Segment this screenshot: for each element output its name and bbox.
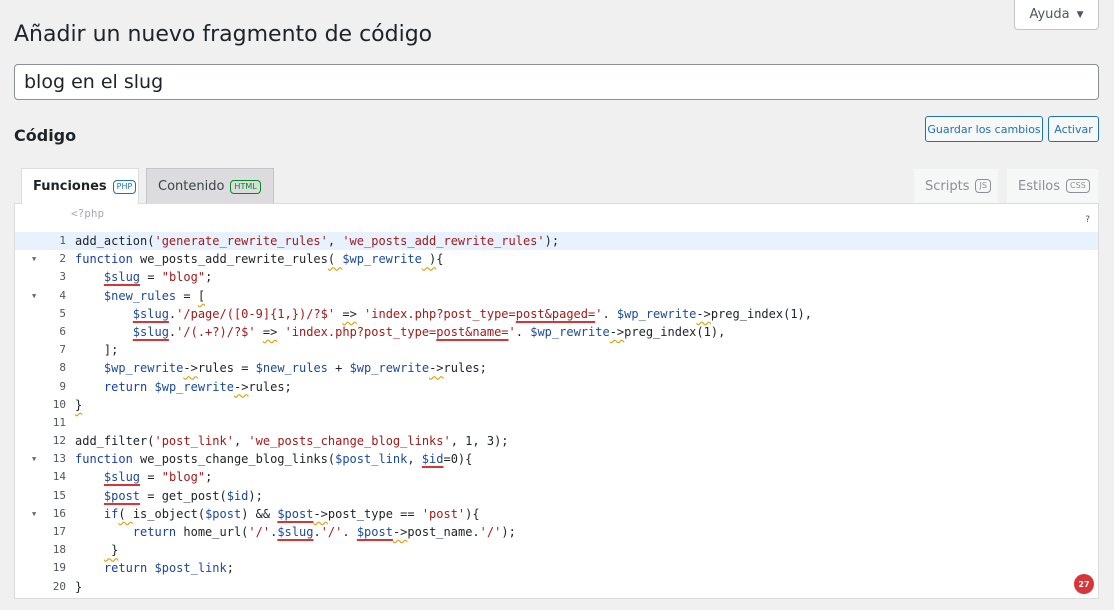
php-open-tag: <?php (71, 207, 105, 220)
line-number: 6 (59, 324, 66, 338)
code-line[interactable]: 19 return $post_link; (15, 559, 1098, 577)
code-lines[interactable]: 1 add_action('generate_rewrite_rules', 'w… (15, 232, 1098, 596)
code-text: $slug.'/page/([0-9]{1,})/?$' => 'index.p… (132, 306, 813, 321)
caret-down-icon: ▼ (1076, 9, 1084, 20)
fold-arrow-icon[interactable]: ▼ (32, 250, 36, 268)
code-text: function we_posts_change_blog_links($pos… (75, 452, 473, 467)
code-text: $slug = "blog"; (103, 270, 213, 285)
fold-arrow-icon[interactable]: ▼ (32, 287, 36, 305)
code-text: $slug = "blog"; (103, 470, 213, 485)
line-number: 2 ▼ (15, 250, 71, 268)
line-number: 7 (59, 343, 66, 357)
code-line[interactable]: 3 $slug = "blog"; (15, 268, 1098, 286)
code-line[interactable]: 5 $slug.'/page/([0-9]{1,})/?$' => 'index… (15, 305, 1098, 323)
code-line[interactable]: 15 $post = get_post($id); (15, 487, 1098, 505)
tab-content[interactable]: Contenido HTML (146, 168, 274, 204)
code-text: } (103, 543, 119, 558)
code-line[interactable]: 9 return $wp_rewrite->rules; (15, 378, 1098, 396)
code-line[interactable]: 16 ▼ if( is_object($post) && $post->post_… (15, 505, 1098, 523)
line-number: 20 (52, 579, 66, 593)
line-number: 19 (52, 561, 66, 575)
tab-label: Estilos (1018, 178, 1061, 194)
code-line[interactable]: 6 $slug.'/(.+?)/?$' => 'index.php?post_t… (15, 323, 1098, 341)
code-text: } (75, 579, 83, 594)
editor-help-icon[interactable]: ? (1085, 215, 1090, 225)
css-badge: CSS (1066, 179, 1090, 193)
line-number: 14 (52, 470, 66, 484)
code-text: return home_url('/'.$slug.'/'. $post->po… (132, 525, 516, 539)
code-line[interactable]: 12 add_filter('post_link', 'we_posts_chan… (15, 432, 1098, 450)
code-text: if( is_object($post) && $post->post_type… (103, 506, 480, 521)
code-line[interactable]: 2 ▼ function we_posts_add_rewrite_rules( $… (15, 250, 1098, 268)
code-editor[interactable]: <?php ? 1 add_action('generate_rewrite_ru… (14, 203, 1099, 599)
code-text: $post = get_post($id); (103, 488, 263, 503)
code-text: $new_rules = [ (103, 288, 206, 303)
code-text: ]; (75, 343, 119, 358)
line-number: 18 (52, 543, 66, 557)
code-line[interactable]: 8 $wp_rewrite->rules = $new_rules + $wp_… (15, 359, 1098, 377)
code-line[interactable]: 17 return home_url('/'.$slug.'/'. $post-… (15, 523, 1098, 541)
code-text: } (75, 397, 83, 412)
line-number: 8 (59, 361, 66, 375)
line-number: 12 (52, 434, 66, 448)
code-text: return $wp_rewrite->rules; (103, 379, 292, 394)
fold-arrow-icon[interactable]: ▼ (32, 505, 36, 523)
tab-scripts[interactable]: Scripts JS (913, 168, 999, 204)
activate-button[interactable]: Activar (1048, 116, 1099, 142)
tab-styles[interactable]: Estilos CSS (1006, 168, 1099, 204)
html-badge: HTML (230, 179, 261, 194)
code-text: function we_posts_add_rewrite_rules( $wp… (75, 252, 444, 267)
code-text: $wp_rewrite->rules = $new_rules + $wp_re… (103, 361, 487, 376)
code-text: add_filter('post_link', 'we_posts_change… (75, 434, 509, 449)
snippet-title-input[interactable] (14, 64, 1099, 100)
line-number: 9 (59, 379, 66, 393)
help-label: Ayuda (1029, 7, 1070, 22)
code-section-heading: Código (14, 126, 77, 145)
code-line[interactable]: 10} (15, 396, 1098, 414)
line-number: 4 ▼ (15, 287, 71, 305)
fold-arrow-icon[interactable]: ▼ (32, 450, 36, 468)
tab-label: Scripts (925, 178, 970, 194)
code-line[interactable]: 1 add_action('generate_rewrite_rules', 'w… (15, 232, 1098, 251)
line-number: 13 ▼ (15, 450, 71, 468)
line-number: 11 (52, 415, 66, 429)
tab-label: Funciones (33, 179, 107, 194)
code-line[interactable]: 14 $slug = "blog"; (15, 468, 1098, 486)
code-line[interactable]: 20} (15, 578, 1098, 596)
js-badge: JS (975, 179, 991, 193)
code-text: add_action('generate_rewrite_rules', 'we… (75, 234, 560, 248)
line-number: 16 ▼ (15, 505, 71, 523)
line-number: 17 (52, 525, 66, 538)
php-badge: PHP (112, 179, 137, 194)
code-line[interactable]: 7 ]; (15, 341, 1098, 359)
code-text: $slug.'/(.+?)/?$' => 'index.php?post_typ… (132, 324, 726, 339)
code-text: return $post_link; (103, 561, 234, 576)
line-number: 15 (52, 488, 66, 502)
tab-functions[interactable]: Funciones PHP (21, 168, 139, 204)
line-number: 10 (52, 397, 66, 411)
code-line[interactable]: 4 ▼ $new_rules = [ (15, 287, 1098, 305)
line-number: 3 (59, 270, 66, 284)
line-number: 1 (59, 234, 66, 247)
save-changes-button[interactable]: Guardar los cambios (925, 116, 1043, 142)
line-number: 5 (59, 306, 66, 320)
issue-count-badge[interactable]: 27 (1074, 574, 1094, 594)
code-line[interactable]: 11 (15, 414, 1098, 432)
tab-label: Contenido (158, 179, 225, 194)
code-line[interactable]: 18 } (15, 541, 1098, 559)
page-title: Añadir un nuevo fragmento de código (14, 22, 433, 47)
code-line[interactable]: 13 ▼ function we_posts_change_blog_links($… (15, 450, 1098, 468)
help-button[interactable]: Ayuda ▼ (1014, 0, 1099, 30)
